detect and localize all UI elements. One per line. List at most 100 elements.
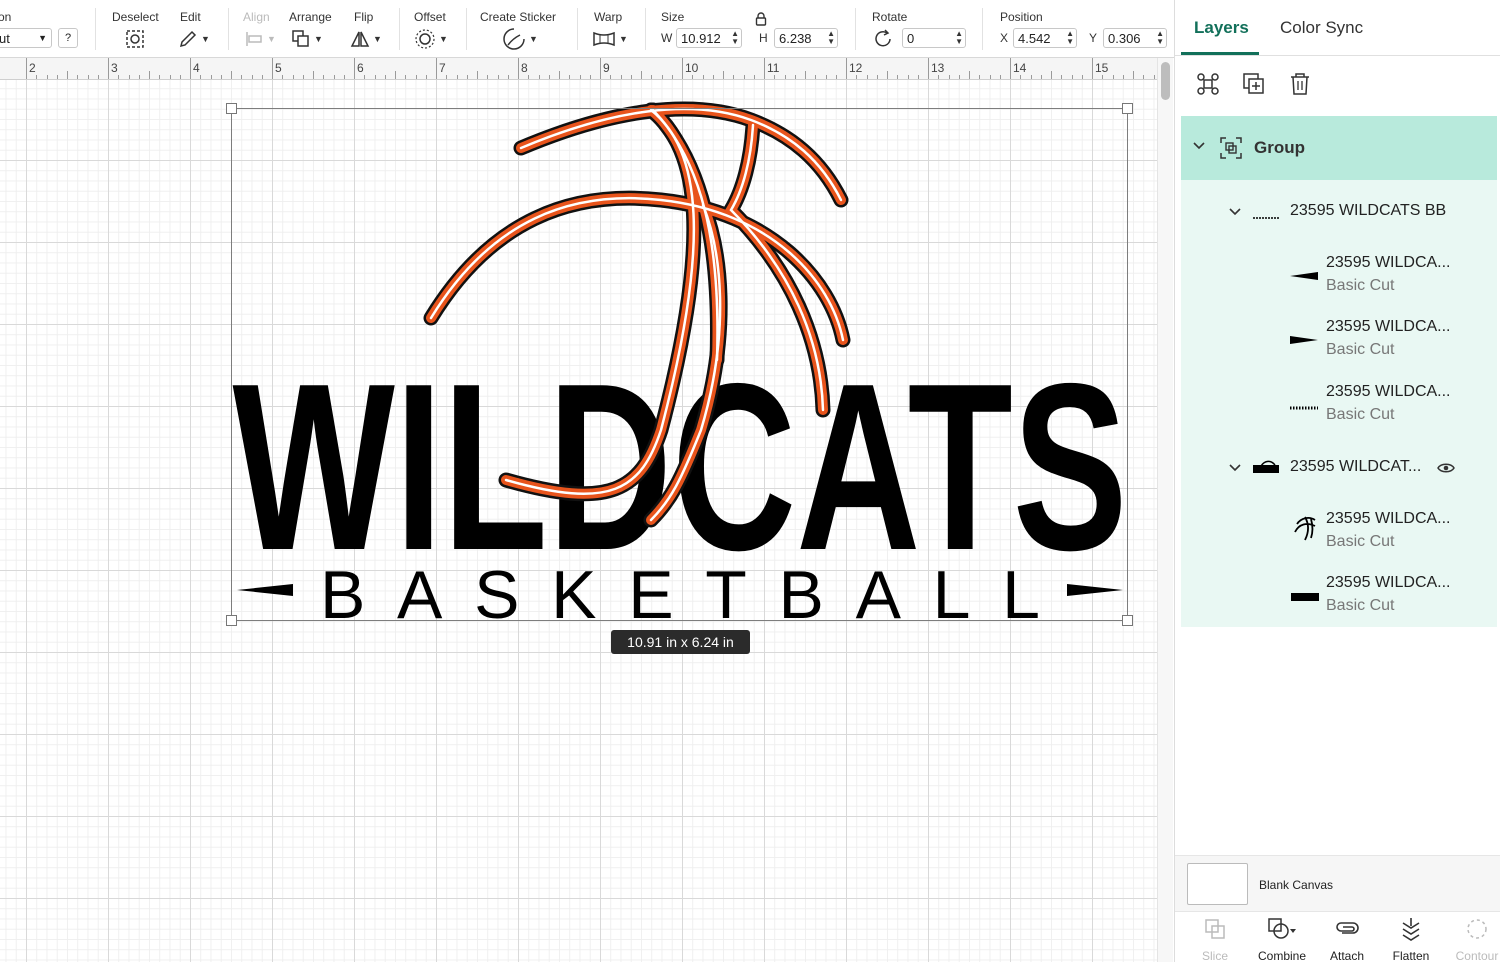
slice-label: Slice: [1201, 949, 1228, 962]
rotate-value: 0: [907, 30, 915, 46]
layer-subgroup-row[interactable]: 23595 WILDCAT...: [1181, 436, 1497, 498]
ruler-minor-tick: [835, 75, 837, 79]
duplicate-icon[interactable]: [1241, 71, 1267, 97]
rotate-input[interactable]: 0 ▲ ▼: [902, 28, 966, 48]
rotate-icon: [872, 28, 894, 50]
chevron-down-icon[interactable]: [1193, 140, 1205, 154]
x-input[interactable]: 4.542 ▲ ▼: [1013, 28, 1077, 48]
trash-icon[interactable]: [1287, 71, 1313, 97]
layer-group-row[interactable]: Group: [1181, 116, 1497, 180]
height-stepper[interactable]: ▲ ▼: [827, 30, 835, 46]
slice-button[interactable]: Slice: [1185, 916, 1245, 962]
slice-icon: [1185, 916, 1245, 942]
flip-icon: ▼: [350, 28, 382, 50]
blank-canvas-swatch[interactable]: [1187, 863, 1248, 905]
ruler-minor-tick: [661, 75, 663, 79]
ruler-minor-tick: [1143, 75, 1145, 79]
offset-button[interactable]: Offset ▼: [410, 0, 456, 58]
align-button: Align ▼: [238, 0, 278, 58]
ruler-major-tick: [764, 58, 765, 79]
attach-button[interactable]: Attach: [1317, 916, 1377, 962]
ruler-minor-tick: [559, 71, 560, 79]
width-input[interactable]: 10.912 ▲ ▼: [676, 28, 742, 48]
layer-item-row[interactable]: 23595 WILDCA... Basic Cut: [1181, 562, 1497, 626]
logo-thumbnail-icon: [1253, 460, 1279, 479]
ruler-minor-tick: [1133, 71, 1134, 79]
ruler-minor-tick: [887, 71, 888, 79]
layer-name: 23595 WILDCA...: [1326, 510, 1451, 527]
selection-box: [231, 108, 1128, 621]
divider: [399, 8, 400, 50]
ruler-minor-tick: [333, 75, 335, 79]
operation-select[interactable]: ut ▼: [0, 28, 52, 48]
layer-thumbnail-icon: [1253, 208, 1279, 226]
layer-item-row[interactable]: 23595 WILDCA... Basic Cut: [1181, 498, 1497, 562]
deselect-button[interactable]: Deselect: [108, 0, 164, 58]
y-input[interactable]: 0.306 ▲ ▼: [1103, 28, 1167, 48]
width-stepper[interactable]: ▲ ▼: [731, 30, 739, 46]
help-button[interactable]: ?: [58, 28, 78, 48]
tab-layers[interactable]: Layers: [1194, 18, 1249, 38]
layer-item-row[interactable]: 23595 WILDCA... Basic Cut: [1181, 370, 1497, 434]
ruler-major-tick: [928, 58, 929, 79]
ruler-minor-tick: [723, 71, 724, 79]
ruler-minor-tick: [87, 75, 89, 79]
eye-icon[interactable]: [1437, 461, 1455, 479]
x-stepper[interactable]: ▲ ▼: [1066, 30, 1074, 46]
tab-color-sync[interactable]: Color Sync: [1280, 18, 1363, 38]
contour-button[interactable]: Contour: [1447, 916, 1500, 962]
offset-label: Offset: [414, 10, 446, 24]
height-value: 6.238: [779, 30, 812, 46]
ruler-minor-tick: [733, 75, 735, 79]
arrange-button[interactable]: Arrange ▼: [286, 0, 336, 58]
layer-item-row[interactable]: 23595 WILDCA... Basic Cut: [1181, 242, 1497, 306]
ruler-minor-tick: [251, 75, 253, 79]
resize-handle-top-left[interactable]: [226, 103, 237, 114]
bottom-action-bar: Slice Combine Attach Flatten Contour: [1175, 911, 1500, 962]
layer-subgroup-row[interactable]: 23595 WILDCATS BB: [1181, 180, 1497, 242]
warp-button[interactable]: Warp ▼: [588, 0, 634, 58]
ruler-number: 10: [685, 61, 699, 75]
ruler-minor-tick: [538, 75, 540, 79]
chevron-down-icon[interactable]: [1229, 206, 1241, 220]
ruler-number: 6: [357, 61, 364, 75]
y-stepper[interactable]: ▲ ▼: [1156, 30, 1164, 46]
offset-icon: ▼: [414, 28, 448, 50]
ruler-major-tick: [1010, 58, 1011, 79]
ungroup-icon[interactable]: [1195, 71, 1221, 97]
ruler-minor-tick: [36, 75, 38, 79]
edit-button[interactable]: Edit ▼: [172, 0, 212, 58]
wildcats-thumbnail-icon: [1291, 589, 1319, 607]
scrollbar-thumb[interactable]: [1161, 62, 1170, 100]
ruler-minor-tick: [118, 75, 120, 79]
text-thumbnail-icon: [1290, 398, 1318, 416]
resize-handle-top-right[interactable]: [1122, 103, 1133, 114]
ruler-major-tick: [272, 58, 273, 79]
ruler-minor-tick: [466, 75, 468, 79]
ruler-minor-tick: [948, 75, 950, 79]
rotate-stepper[interactable]: ▲ ▼: [955, 30, 963, 46]
ruler-number: 5: [275, 61, 282, 75]
flip-button[interactable]: Flip ▼: [346, 0, 386, 58]
ruler-number: 8: [521, 61, 528, 75]
chevron-down-icon[interactable]: [1229, 462, 1241, 476]
ruler-minor-tick: [712, 75, 714, 79]
y-label: Y: [1089, 31, 1098, 45]
resize-handle-bottom-right[interactable]: [1122, 615, 1133, 626]
blank-canvas-row[interactable]: Blank Canvas: [1175, 855, 1500, 911]
layer-type: Basic Cut: [1326, 533, 1395, 550]
height-input[interactable]: 6.238 ▲ ▼: [774, 28, 838, 48]
divider: [645, 8, 646, 50]
create-sticker-button[interactable]: Create Sticker ▼: [476, 0, 566, 58]
vertical-scrollbar[interactable]: [1157, 58, 1173, 962]
layer-item-row[interactable]: 23595 WILDCA... Basic Cut: [1181, 306, 1497, 370]
resize-handle-bottom-left[interactable]: [226, 615, 237, 626]
layer-name: 23595 WILDCA...: [1326, 574, 1451, 591]
ruler-minor-tick: [1051, 71, 1052, 79]
ruler-minor-tick: [1081, 75, 1083, 79]
combine-button[interactable]: Combine: [1252, 916, 1312, 962]
ruler-number: 13: [931, 61, 945, 75]
lock-icon[interactable]: [755, 12, 767, 31]
flatten-button[interactable]: Flatten: [1381, 916, 1441, 962]
ruler-minor-tick: [128, 75, 130, 79]
